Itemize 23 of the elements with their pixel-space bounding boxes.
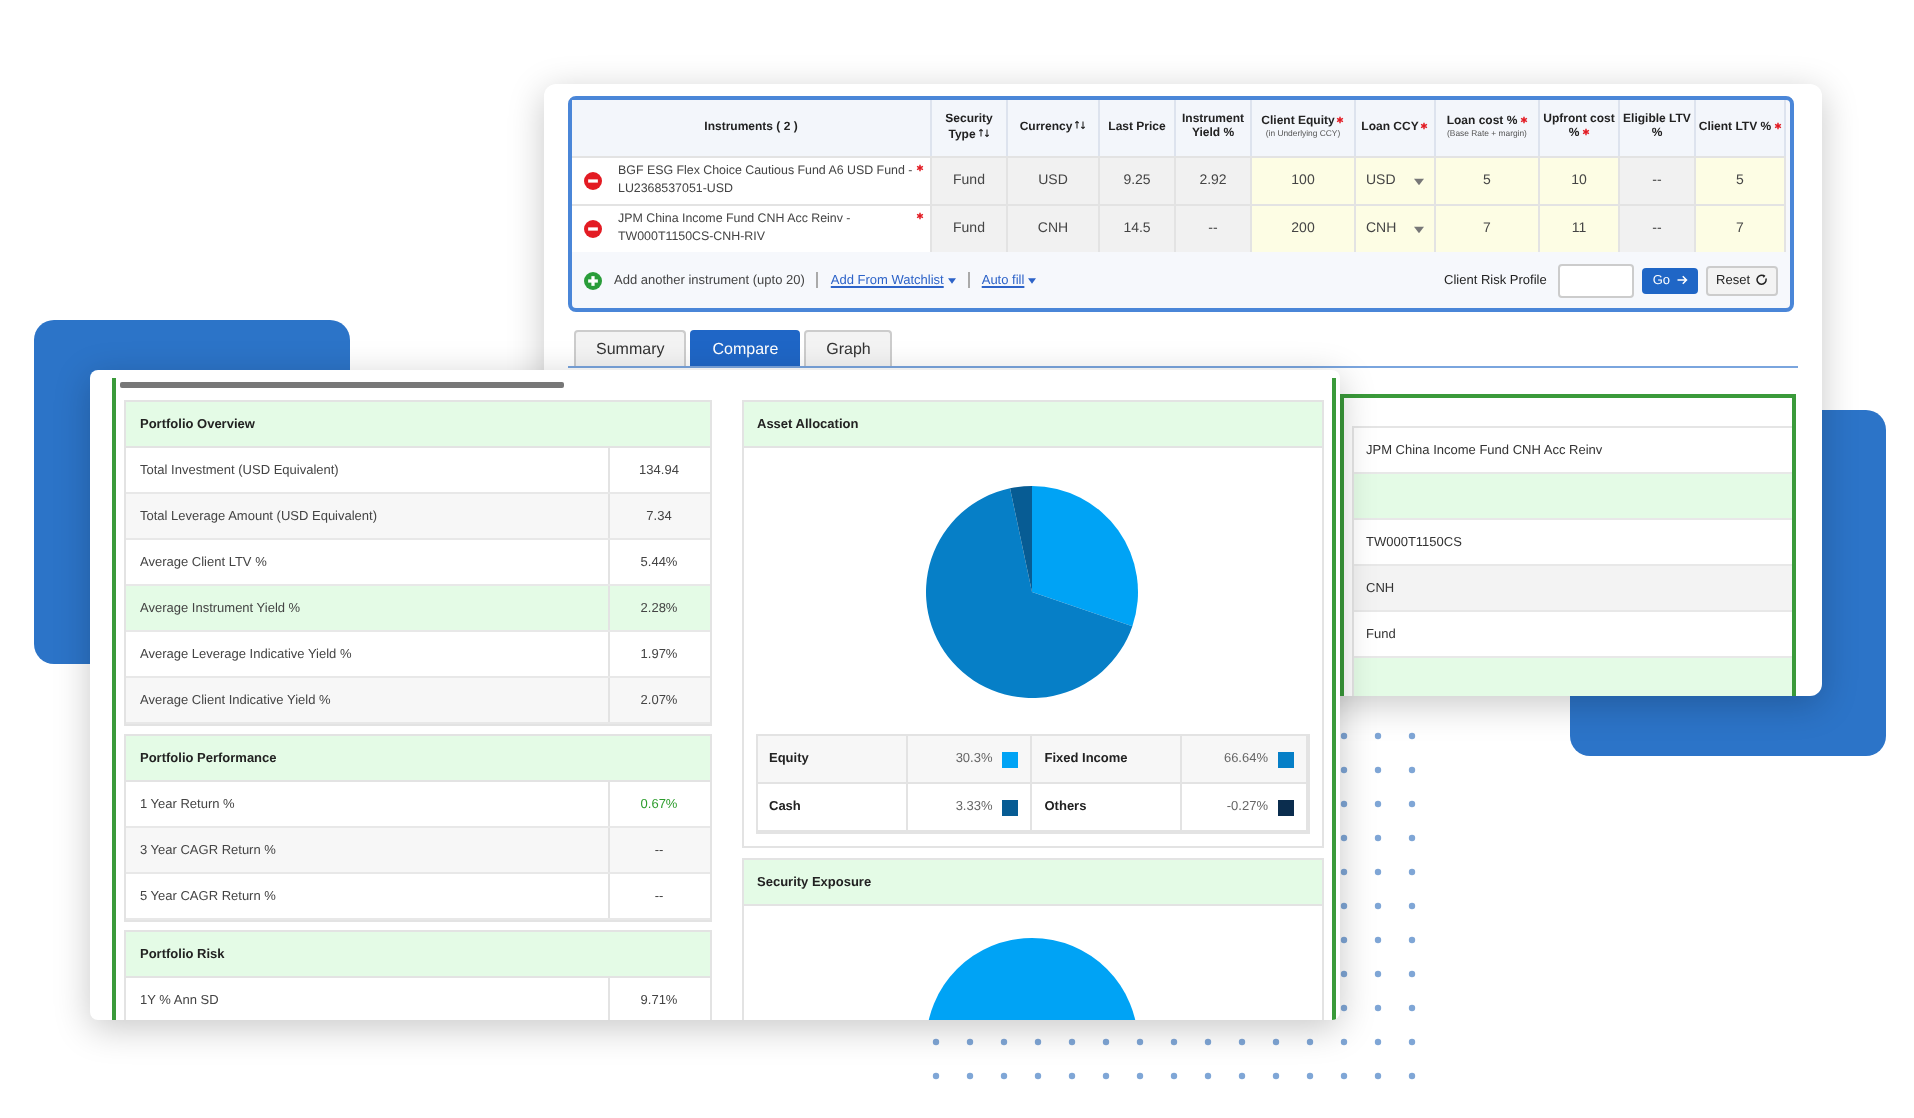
arrow-right-icon [1676,274,1689,286]
tab[interactable]: Summary [574,330,687,366]
required-asterisk-icon [1773,121,1782,130]
caret-icon [1028,277,1037,283]
required-asterisk-icon [1420,121,1429,130]
tab[interactable]: Compare [690,330,801,366]
required-asterisk-icon [1581,128,1590,136]
add-icon[interactable] [584,271,602,289]
remove-icon[interactable] [584,220,602,238]
remove-icon[interactable] [584,172,602,190]
caret-icon [1414,225,1424,233]
tab[interactable]: Graph [804,330,893,366]
required-asterisk-icon [916,212,924,220]
sort-icon[interactable] [1074,120,1087,131]
input-field[interactable] [1558,263,1635,297]
horizontal-scrollbar[interactable] [120,382,564,388]
caret-icon [947,277,956,283]
sort-icon[interactable] [977,127,990,137]
caret-icon [1414,177,1424,185]
required-asterisk-icon [916,164,924,172]
required-asterisk-icon [1519,116,1528,125]
required-asterisk-icon [1336,116,1345,125]
refresh-icon [1756,274,1768,286]
